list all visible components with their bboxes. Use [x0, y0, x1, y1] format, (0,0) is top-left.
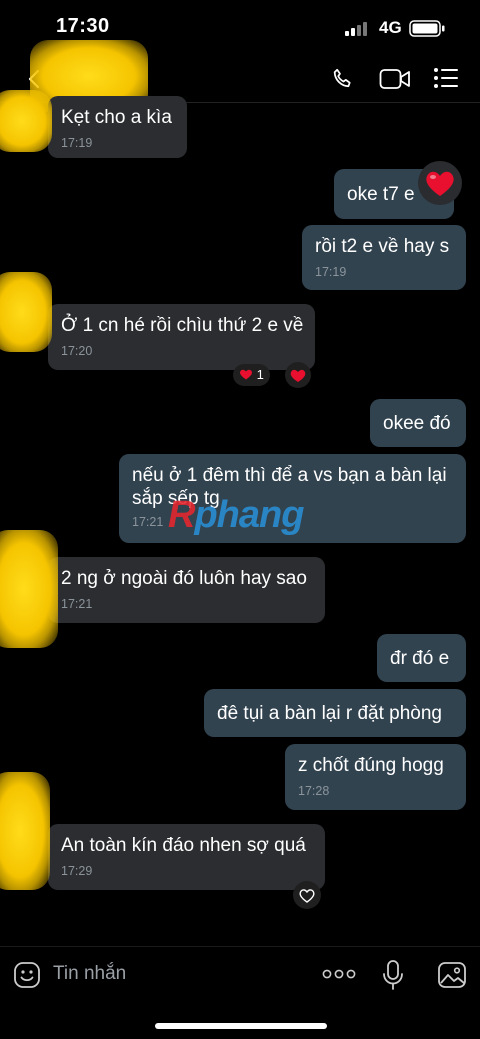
avatar-blur — [0, 530, 58, 648]
message-bubble-out[interactable]: z chốt đúng hogg 17:28 — [285, 744, 466, 810]
message-time: 17:29 — [61, 864, 93, 878]
message-bubble-out[interactable]: rồi t2 e về hay s 17:19 — [302, 225, 466, 290]
microphone-icon[interactable] — [382, 959, 404, 991]
message-text: Ở 1 cn hé rồi chìu thứ 2 e về — [61, 315, 304, 336]
message-bubble-in[interactable]: An toàn kín đáo nhen sợ quá 17:29 — [48, 824, 325, 890]
message-time: 17:20 — [61, 344, 93, 358]
menu-icon[interactable] — [433, 67, 459, 89]
avatar-blur — [0, 90, 52, 152]
heart-outline-icon[interactable] — [292, 880, 322, 910]
message-text: 2 ng ở ngoài đó luôn hay sao — [61, 568, 307, 589]
message-time: 17:28 — [298, 784, 330, 798]
message-input[interactable]: Tin nhắn — [53, 963, 126, 985]
message-bubble-in[interactable]: Kẹt cho a kìa 17:19 — [48, 96, 187, 158]
avatar-blur — [0, 272, 52, 352]
message-text: đê tụi a bàn lại r đặt phòng — [217, 703, 443, 724]
more-options-icon[interactable] — [322, 969, 356, 979]
watermark: Rphang — [168, 494, 304, 536]
message-bubble-out[interactable]: đr đó e — [377, 634, 466, 682]
message-text: okee đó — [383, 413, 451, 434]
message-text: rồi t2 e về hay s — [315, 236, 450, 257]
reaction-summary[interactable]: 1 — [233, 364, 270, 386]
home-indicator[interactable] — [155, 1023, 327, 1029]
message-text: nếu ở 1 đêm thì để a vs bạn a bàn lại — [132, 465, 447, 486]
message-text: z chốt đúng hogg — [298, 755, 444, 776]
message-bubble-in[interactable]: Ở 1 cn hé rồi chìu thứ 2 e về 17:20 — [48, 304, 315, 370]
reaction-count: 1 — [256, 367, 264, 382]
message-bubble-in[interactable]: 2 ng ở ngoài đó luôn hay sao 17:21 — [48, 557, 325, 623]
network-type: 4G — [379, 18, 402, 37]
avatar-blur — [0, 772, 50, 890]
message-time: 17:21 — [61, 597, 93, 611]
phone-icon[interactable] — [330, 66, 356, 92]
heart-reaction-icon[interactable] — [417, 160, 463, 206]
heart-icon — [240, 369, 252, 380]
message-time: 17:19 — [315, 265, 347, 279]
add-reaction-heart-icon[interactable] — [284, 361, 312, 389]
message-input-bar: Tin nhắn — [0, 946, 480, 1001]
message-text: An toàn kín đáo nhen sợ quá — [61, 835, 306, 856]
message-text: Kẹt cho a kìa — [61, 107, 172, 128]
message-time: 17:19 — [61, 136, 93, 150]
signal-icon — [345, 22, 367, 36]
status-time: 17:30 — [56, 15, 110, 37]
message-bubble-out[interactable]: okee đó — [370, 399, 466, 447]
message-bubble-out[interactable]: đê tụi a bàn lại r đặt phòng — [204, 689, 466, 737]
emoji-icon[interactable] — [13, 961, 41, 989]
image-icon[interactable] — [437, 961, 467, 989]
video-icon[interactable] — [379, 67, 411, 91]
message-text: đr đó e — [390, 648, 450, 669]
battery-icon — [409, 20, 445, 37]
